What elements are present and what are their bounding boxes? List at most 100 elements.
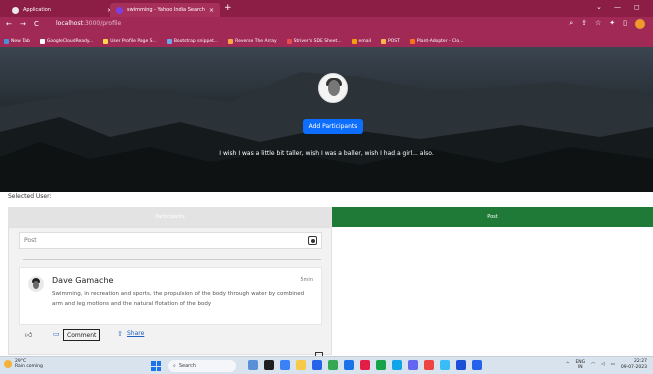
share-icon: ⇧ (117, 330, 123, 338)
clock[interactable]: 22:27 09-07-2023 (621, 359, 647, 370)
content-tabs: Participants Post (8, 207, 653, 227)
taskbar-app-icon[interactable] (456, 360, 466, 370)
taskbar-app-icon[interactable] (360, 360, 370, 370)
tab-close-icon[interactable]: × (209, 7, 214, 14)
browser-tab-bar: Application × swimming - Yahoo India Sea… (0, 0, 653, 17)
lang-region: IN (577, 364, 583, 370)
tab-post[interactable]: Post (332, 207, 653, 227)
zoom-icon[interactable]: ⌕ (569, 19, 573, 29)
tab-yahoo-search[interactable]: swimming - Yahoo India Search × (110, 3, 220, 17)
bookmark-label: email (358, 38, 371, 44)
bookmark-favicon-icon (380, 38, 386, 44)
bookmark-item[interactable]: Plant-Adopter - Clo... (409, 38, 464, 44)
tab-participants[interactable]: Participants (8, 207, 332, 227)
comment-icon: ▭ (53, 330, 60, 338)
bookmark-item[interactable]: email (351, 38, 371, 44)
search-icon: ⌕ (173, 363, 176, 369)
forward-button[interactable]: → (20, 20, 26, 28)
url-host: localhost (56, 20, 83, 27)
post-actions: 👍︎ ▭ Comment ⇧ Share (19, 329, 322, 343)
wifi-icon[interactable]: ◠ (591, 362, 595, 367)
like-icon[interactable]: 👍︎ (25, 330, 32, 339)
post-card: Dave Gamache 5min Swimming, in recreatio… (19, 267, 322, 325)
taskbar-app-icon[interactable] (376, 360, 386, 370)
url-field[interactable]: localhost:3000/profile (56, 20, 121, 27)
taskbar-app-icon[interactable] (296, 360, 306, 370)
bookmark-label: Bootstrap snippet... (173, 38, 219, 44)
taskbar-app-icon[interactable] (248, 360, 258, 370)
reload-button[interactable]: C (34, 20, 39, 28)
bookmark-label: New Tab (11, 38, 30, 44)
battery-icon[interactable]: ▭ (611, 362, 615, 367)
bookmark-item[interactable]: New Tab (4, 38, 30, 44)
bookmark-favicon-icon (409, 38, 415, 44)
back-button[interactable]: ← (6, 20, 12, 28)
taskbar-app-icon[interactable] (344, 360, 354, 370)
taskbar-app-icon[interactable] (440, 360, 450, 370)
bookmark-favicon-icon (351, 38, 357, 44)
bookmark-item[interactable]: User Profile Page S... (103, 38, 157, 44)
bookmark-item[interactable]: Reverse The Array (228, 38, 277, 44)
post-text: Swimming, in recreation and sports, the … (52, 291, 305, 307)
profile-bio: I wish I was a little bit taller, wish I… (219, 150, 434, 157)
taskbar-app-icon[interactable] (264, 360, 274, 370)
taskbar-app-icon[interactable] (328, 360, 338, 370)
post-time: 5min (300, 277, 313, 283)
taskbar-app-icon[interactable] (392, 360, 402, 370)
taskbar-app-icon[interactable] (312, 360, 322, 370)
weather-widget[interactable]: 29°C Rain coming (4, 359, 43, 369)
bookmark-star-icon[interactable]: ☆ (595, 19, 601, 29)
sidebar-icon[interactable]: ▯ (623, 19, 627, 29)
bookmark-favicon-icon (39, 38, 45, 44)
camera-icon[interactable] (308, 236, 317, 245)
bookmark-label: GoogleCloudReady... (46, 38, 94, 44)
app-root: Application × swimming - Yahoo India Sea… (0, 0, 653, 374)
tab-search-icon[interactable]: ⌄ (596, 3, 602, 11)
taskbar-app-icon[interactable] (472, 360, 482, 370)
taskbar-apps (248, 360, 482, 370)
bookmark-favicon-icon (228, 38, 234, 44)
bookmark-item[interactable]: POST (380, 38, 400, 44)
profile-avatar-icon[interactable] (635, 19, 645, 29)
weather-icon (4, 360, 12, 368)
add-participants-button[interactable]: Add Participants (303, 119, 363, 134)
clock-time: 22:27 (634, 359, 647, 364)
taskbar-search-label: Search (178, 363, 196, 369)
tab-title: Application (23, 7, 51, 13)
taskbar-app-icon[interactable] (424, 360, 434, 370)
profile-avatar (318, 73, 348, 103)
minimize-button[interactable]: — (614, 3, 621, 11)
share-link[interactable]: Share (127, 330, 144, 337)
new-tab-button[interactable]: + (224, 3, 232, 13)
bookmark-favicon-icon (166, 38, 172, 44)
language-indicator[interactable]: ENG IN (575, 360, 585, 370)
windows-start-icon[interactable] (151, 361, 161, 371)
clock-date: 09-07-2023 (620, 364, 647, 370)
yahoo-favicon-icon (116, 6, 123, 14)
tab-application[interactable]: Application × (6, 3, 118, 17)
bookmark-item[interactable]: Striver's SDE Sheet... (286, 38, 342, 44)
volume-icon[interactable]: ◁ (601, 362, 604, 367)
bookmarks-bar: New Tab GoogleCloudReady... User Profile P… (0, 35, 653, 47)
bookmark-favicon-icon (4, 38, 9, 44)
tab-title: swimming - Yahoo India Search (127, 7, 205, 13)
taskbar-app-icon[interactable] (280, 360, 290, 370)
maximize-button[interactable]: ◻ (634, 3, 640, 11)
share-page-icon[interactable]: ⇪ (581, 19, 587, 29)
bookmark-item[interactable]: GoogleCloudReady... (39, 38, 94, 44)
profile-hero: Add Participants I wish I was a little b… (0, 47, 653, 192)
bookmark-item[interactable]: Bootstrap snippet... (166, 38, 219, 44)
tray-overflow-icon[interactable]: ^ (566, 362, 570, 367)
url-path: :3000/profile (82, 20, 122, 27)
taskbar-search[interactable]: ⌕ Search (168, 360, 236, 372)
divider (23, 259, 321, 260)
system-tray: ^ ENG IN ◠ ◁ ▭ 22:27 09-07-2023 (566, 359, 647, 370)
post-input[interactable]: Post (19, 232, 322, 249)
avatar (28, 276, 44, 292)
extensions-icon[interactable]: ✦ (609, 19, 615, 29)
bookmark-label: Plant-Adopter - Clo... (416, 38, 464, 44)
bookmark-label: Striver's SDE Sheet... (293, 38, 342, 44)
comment-button[interactable]: Comment (63, 329, 101, 341)
post-author: Dave Gamache (52, 276, 114, 285)
taskbar-app-icon[interactable] (408, 360, 418, 370)
